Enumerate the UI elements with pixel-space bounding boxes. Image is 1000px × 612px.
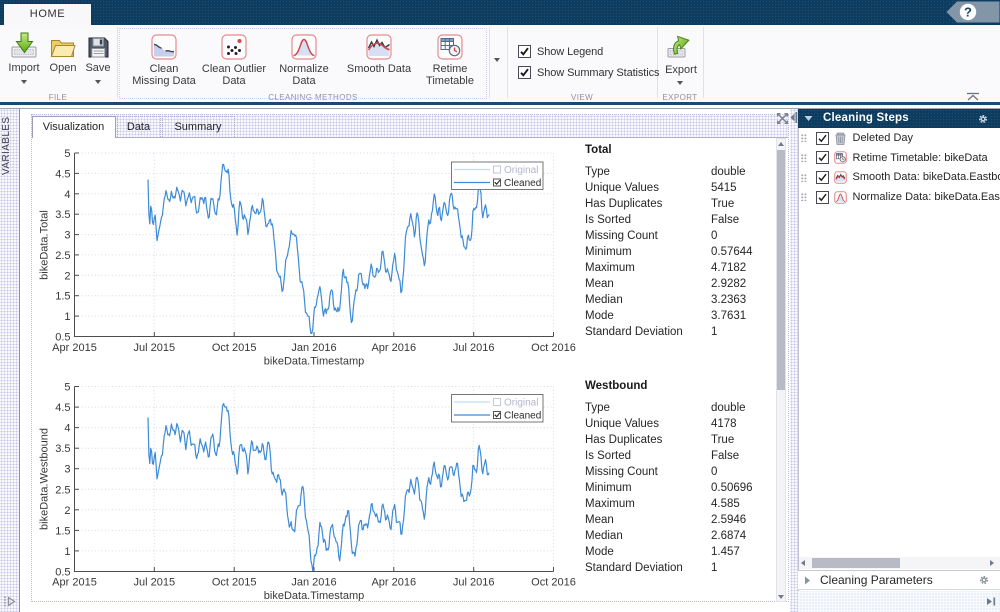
svg-text:Apr 2015: Apr 2015 — [52, 342, 97, 354]
svg-text:Oct 2016: Oct 2016 — [531, 577, 576, 589]
svg-text:1.5: 1.5 — [55, 291, 70, 303]
svg-text:Apr 2016: Apr 2016 — [371, 342, 416, 354]
svg-text:4.5: 4.5 — [55, 402, 70, 414]
svg-text:Oct 2015: Oct 2015 — [212, 577, 257, 589]
svg-text:2: 2 — [64, 505, 70, 517]
svg-text:Original: Original — [504, 398, 538, 409]
svg-text:Jul 2016: Jul 2016 — [453, 342, 495, 354]
svg-text:bikeData.Total: bikeData.Total — [39, 210, 51, 280]
svg-text:1.5: 1.5 — [55, 525, 70, 537]
svg-text:Apr 2015: Apr 2015 — [52, 577, 97, 589]
svg-text:3.5: 3.5 — [55, 443, 70, 455]
svg-text:bikeData.Timestamp: bikeData.Timestamp — [264, 590, 364, 601]
svg-text:3: 3 — [64, 464, 70, 476]
svg-text:5: 5 — [64, 382, 70, 394]
svg-text:Cleaned: Cleaned — [504, 178, 541, 189]
svg-text:Jul 2016: Jul 2016 — [453, 577, 495, 589]
svg-text:Jan 2016: Jan 2016 — [291, 577, 336, 589]
svg-text:Jul 2015: Jul 2015 — [134, 577, 176, 589]
svg-text:Jan 2016: Jan 2016 — [291, 342, 336, 354]
svg-text:Oct 2016: Oct 2016 — [531, 342, 576, 354]
svg-text:2.5: 2.5 — [55, 484, 70, 496]
svg-text:Oct 2015: Oct 2015 — [212, 342, 257, 354]
svg-text:bikeData.Westbound: bikeData.Westbound — [39, 428, 51, 530]
svg-text:4.5: 4.5 — [55, 168, 70, 180]
svg-text:Apr 2016: Apr 2016 — [371, 577, 416, 589]
svg-text:2.5: 2.5 — [55, 250, 70, 262]
svg-text:Cleaned: Cleaned — [504, 411, 541, 422]
svg-text:1: 1 — [64, 546, 70, 558]
svg-text:?: ? — [964, 5, 972, 20]
svg-text:bikeData.Timestamp: bikeData.Timestamp — [264, 356, 364, 368]
svg-text:4: 4 — [64, 189, 70, 201]
svg-text:1: 1 — [64, 311, 70, 323]
svg-text:4: 4 — [64, 423, 70, 435]
svg-text:5: 5 — [64, 148, 70, 160]
svg-text:3.5: 3.5 — [55, 209, 70, 221]
svg-text:2: 2 — [64, 270, 70, 282]
svg-text:Jul 2015: Jul 2015 — [134, 342, 176, 354]
svg-text:3: 3 — [64, 230, 70, 242]
svg-text:Original: Original — [504, 165, 538, 176]
